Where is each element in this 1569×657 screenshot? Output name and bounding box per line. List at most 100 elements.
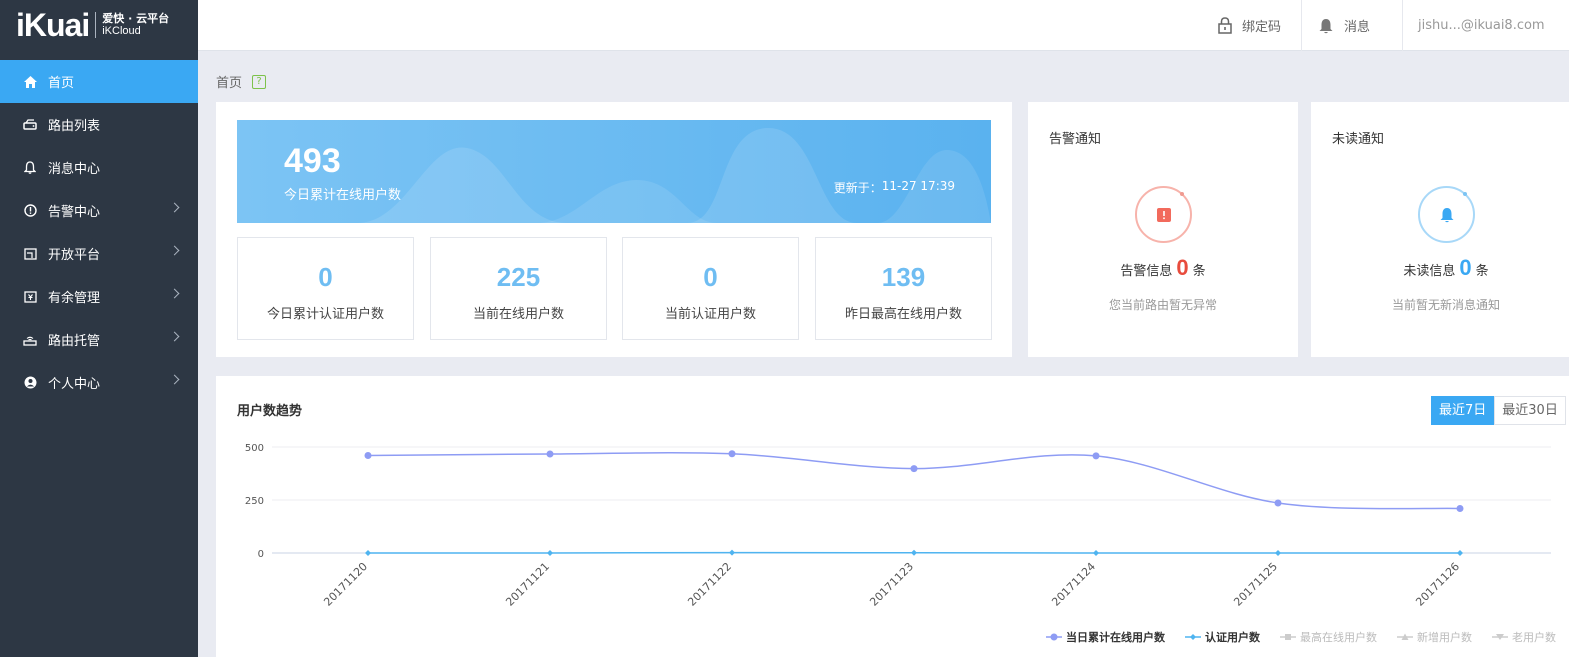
sidebar-item-router-hosting[interactable]: 路由托管 bbox=[0, 318, 198, 361]
legend-marker-icon bbox=[1397, 633, 1413, 640]
chevron-right-icon bbox=[169, 288, 180, 299]
sidebar-item-personal-center[interactable]: 个人中心 bbox=[0, 361, 198, 404]
online-users-label: 今日累计在线用户数 bbox=[284, 188, 402, 203]
sidebar-item-label: 路由列表 bbox=[48, 119, 101, 134]
x-tick-label: 20171124 bbox=[1049, 560, 1098, 609]
sidebar-item-label: 首页 bbox=[48, 76, 75, 91]
legend-label: 当日累计在线用户数 bbox=[1066, 631, 1165, 644]
sidebar-item-label: 个人中心 bbox=[48, 377, 101, 392]
topbar-divider bbox=[1402, 0, 1403, 51]
chart-legend: 当日累计在线用户数 认证用户数 最高在线用户数 新增用户数 老用户数 bbox=[1046, 629, 1569, 645]
warning-icon bbox=[1156, 207, 1171, 222]
alarm-sub: 您当前路由暂无异常 bbox=[1108, 298, 1217, 312]
bell-icon bbox=[1319, 18, 1333, 33]
sidebar-item-alert-center[interactable]: 告警中心 bbox=[0, 189, 198, 232]
messages-button[interactable]: 消息 bbox=[1318, 0, 1370, 51]
sidebar: iKuai 爱快 · 云平台 iKCloud 首页 路由列表 消息中心 告警中心… bbox=[0, 0, 198, 657]
legend-item[interactable]: 认证用户数 bbox=[1185, 629, 1260, 645]
unread-sub: 当前暂无新消息通知 bbox=[1391, 298, 1500, 312]
unread-panel: 未读通知 未读信息 0 条 当前暂无新消息通知 bbox=[1311, 102, 1569, 357]
chevron-right-icon bbox=[169, 245, 180, 256]
data-point bbox=[1093, 550, 1099, 556]
alarm-info-suffix: 条 bbox=[1192, 264, 1206, 279]
sidebar-item-label: 告警中心 bbox=[48, 205, 101, 220]
legend-marker-icon bbox=[1492, 634, 1508, 640]
sidebar-item-label: 路由托管 bbox=[48, 334, 101, 349]
legend-label: 新增用户数 bbox=[1417, 631, 1472, 644]
x-tick-label: 20171122 bbox=[685, 560, 734, 609]
bind-code-button[interactable]: 绑定码 bbox=[1218, 0, 1281, 51]
lock-icon bbox=[1218, 17, 1232, 34]
bell-icon bbox=[22, 160, 38, 176]
stat-card: 225 当前在线用户数 bbox=[430, 237, 607, 340]
stat-value: 0 bbox=[318, 262, 333, 292]
sidebar-item-open-platform[interactable]: 开放平台 bbox=[0, 232, 198, 275]
overview-panel: 493 今日累计在线用户数 更新于： 11-27 17:39 0 今日累计认证用… bbox=[216, 102, 1012, 357]
sidebar-item-label: 消息中心 bbox=[48, 162, 101, 177]
legend-item[interactable]: 当日累计在线用户数 bbox=[1046, 629, 1165, 645]
y-tick-label: 250 bbox=[245, 496, 264, 507]
data-point bbox=[911, 549, 917, 556]
sidebar-item-home[interactable]: 首页 bbox=[0, 60, 198, 103]
stat-value: 225 bbox=[496, 262, 541, 292]
unread-dot bbox=[1463, 192, 1467, 196]
messages-label: 消息 bbox=[1344, 20, 1371, 35]
legend-item[interactable]: 新增用户数 bbox=[1397, 629, 1472, 645]
legend-item[interactable]: 最高在线用户数 bbox=[1280, 629, 1377, 645]
logo-line1: 爱快 · 云平台 bbox=[102, 12, 170, 25]
legend-marker-icon bbox=[1280, 634, 1296, 640]
stat-value: 139 bbox=[881, 262, 926, 292]
sidebar-item-label: 开放平台 bbox=[48, 248, 101, 263]
unread-circle bbox=[1418, 186, 1475, 243]
data-point bbox=[1456, 504, 1464, 512]
x-tick-label: 20171126 bbox=[1413, 560, 1462, 609]
chevron-right-icon bbox=[169, 331, 180, 342]
screen-cast-icon bbox=[22, 246, 38, 262]
trend-chart: 0 250 500 20171120 20171121 20171122 20171123 2… bbox=[245, 443, 1551, 609]
user-email: jishu...@ikuai8.com bbox=[1418, 18, 1545, 33]
wifi-router-icon bbox=[22, 332, 38, 348]
user-icon bbox=[22, 375, 38, 391]
money-icon bbox=[22, 289, 38, 305]
y-tick-label: 0 bbox=[258, 549, 264, 560]
unread-info-prefix: 未读信息 bbox=[1403, 264, 1456, 279]
home-icon bbox=[22, 74, 38, 90]
unread-count: 0 bbox=[1459, 255, 1472, 280]
chevron-right-icon bbox=[169, 202, 180, 213]
update-time: 更新于： 11-27 17:39 bbox=[834, 179, 955, 196]
online-users-total: 493 bbox=[284, 142, 341, 180]
logo-divider bbox=[95, 12, 97, 38]
help-icon[interactable]: ? bbox=[252, 74, 267, 89]
x-tick-label: 20171121 bbox=[503, 560, 552, 609]
chevron-right-icon bbox=[169, 374, 180, 385]
data-point bbox=[547, 550, 553, 556]
legend-marker-icon bbox=[1185, 634, 1201, 640]
wave-decoration bbox=[357, 127, 991, 223]
sidebar-item-youyu-manage[interactable]: 有余管理 bbox=[0, 275, 198, 318]
data-point bbox=[910, 465, 918, 473]
unread-info-suffix: 条 bbox=[1475, 264, 1489, 279]
sidebar-item-message-center[interactable]: 消息中心 bbox=[0, 146, 198, 189]
alarm-info: 告警信息 0 条 bbox=[1028, 255, 1298, 281]
sidebar-item-router-list[interactable]: 路由列表 bbox=[0, 103, 198, 146]
legend-marker-icon bbox=[1046, 633, 1062, 641]
data-point bbox=[1092, 452, 1100, 460]
logo[interactable]: iKuai 爱快 · 云平台 iKCloud bbox=[0, 0, 198, 55]
alarm-circle bbox=[1135, 186, 1192, 243]
sidebar-nav: 首页 路由列表 消息中心 告警中心 开放平台 有余管理 路由托管 个人中心 bbox=[0, 60, 198, 404]
data-point bbox=[728, 450, 736, 458]
user-account-menu[interactable]: jishu...@ikuai8.com bbox=[1418, 0, 1545, 51]
sidebar-item-label: 有余管理 bbox=[48, 291, 101, 306]
legend-item[interactable]: 老用户数 bbox=[1492, 629, 1556, 645]
stat-label: 昨日最高在线用户数 bbox=[844, 307, 962, 322]
x-tick-label: 20171125 bbox=[1231, 560, 1280, 609]
logo-line2: iKCloud bbox=[102, 25, 141, 37]
legend-label: 老用户数 bbox=[1512, 631, 1556, 644]
logo-brand: iKuai bbox=[16, 7, 90, 43]
data-point bbox=[364, 451, 372, 459]
stat-label: 当前在线用户数 bbox=[472, 307, 564, 322]
stat-value: 0 bbox=[703, 262, 718, 292]
data-point bbox=[1274, 499, 1282, 507]
alert-icon bbox=[22, 203, 38, 219]
stat-label: 今日累计认证用户数 bbox=[266, 307, 384, 322]
